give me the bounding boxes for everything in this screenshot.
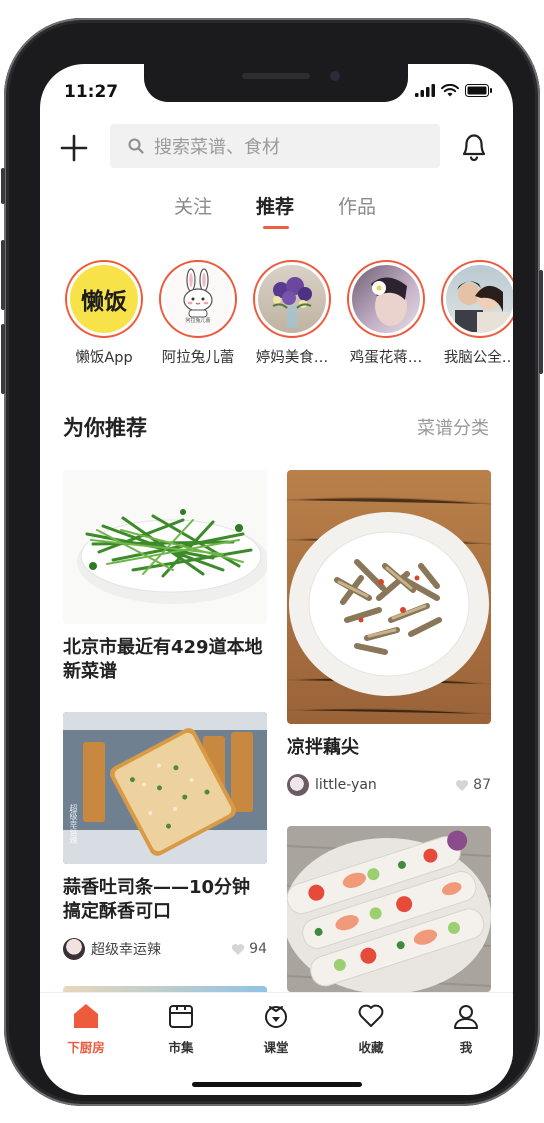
feed-tabs: 关注 推荐 作品 — [40, 188, 513, 236]
heart-icon — [456, 779, 469, 791]
garlic-toast-photo — [63, 712, 267, 864]
story-item[interactable]: 婷妈美食… — [244, 260, 340, 367]
couple-photo — [455, 281, 509, 332]
recipe-image: 超级幸运辣 — [63, 712, 267, 864]
search-icon — [128, 138, 144, 154]
story-name: 懒饭App — [75, 350, 133, 366]
story-ring — [253, 260, 331, 338]
front-camera — [330, 71, 340, 81]
story-name: 鸡蛋花蒋… — [349, 350, 423, 366]
story-name: 我脑公全… — [443, 350, 513, 366]
recipe-title: 凉拌藕尖 — [287, 737, 359, 758]
nav-profile[interactable]: 我 — [431, 1003, 501, 1056]
avatar: 懒饭 — [70, 265, 138, 333]
heart-icon — [358, 1004, 384, 1027]
home-indicator[interactable] — [192, 1082, 362, 1087]
status-time: 11:27 — [64, 82, 119, 102]
status-icons — [415, 84, 493, 97]
active-tab-indicator — [263, 226, 289, 229]
recipe-title: 北京市最近有429道本地新菜谱 — [63, 637, 263, 682]
story-item[interactable]: 我脑公全… — [432, 260, 513, 367]
avatar — [446, 265, 513, 333]
recipe-meta: 超级幸运辣 94 — [63, 938, 267, 960]
nav-label: 收藏 — [358, 1040, 384, 1055]
recipe-title: 蒜香吐司条——10分钟搞定酥香可口 — [63, 877, 251, 922]
recipe-card[interactable] — [287, 826, 491, 992]
notch — [144, 64, 408, 102]
heart-icon — [232, 943, 245, 955]
add-icon[interactable] — [60, 134, 88, 162]
story-item[interactable]: 鸡蛋花蒋… — [338, 260, 434, 367]
likes-number: 94 — [249, 941, 267, 957]
avatar[interactable] — [63, 938, 85, 960]
recipe-card[interactable]: 北京市最近有429道本地新菜谱 — [63, 470, 267, 684]
bell-icon[interactable] — [460, 132, 488, 162]
flowers-photo — [272, 277, 312, 328]
story-item[interactable]: 懒饭 懒饭App — [56, 260, 152, 367]
story-ring — [347, 260, 425, 338]
story-item[interactable]: 阿拉兔儿蕾 阿拉兔儿蕾 — [150, 260, 246, 367]
section-title: 为你推荐 — [63, 416, 147, 440]
story-name: 阿拉兔儿蕾 — [161, 350, 235, 366]
search-placeholder: 搜索菜谱、食材 — [154, 137, 280, 158]
class-icon — [265, 1006, 287, 1028]
nav-label: 课堂 — [263, 1040, 289, 1055]
avatar — [258, 265, 326, 333]
like-count[interactable]: 94 — [231, 941, 267, 957]
wifi-icon — [441, 84, 459, 97]
home-icon — [74, 1004, 98, 1028]
avatar: 阿拉兔儿蕾 — [164, 265, 232, 333]
battery-icon — [465, 84, 492, 97]
recipe-card[interactable]: 凉拌藕尖 little-yan 87 — [287, 470, 491, 796]
recipe-meta: little-yan 87 — [287, 774, 491, 796]
recipe-category-link[interactable]: 菜谱分类 — [417, 414, 489, 440]
image-watermark: 超级幸运辣 — [69, 804, 78, 844]
nav-label: 下厨房 — [67, 1040, 105, 1055]
nav-home[interactable]: 下厨房 — [51, 1003, 121, 1056]
nav-label: 我 — [459, 1040, 473, 1055]
stories-row: 懒饭 懒饭App 阿拉兔儿蕾 阿拉兔儿蕾 婷妈美食… 鸡蛋花蒋… 我脑公全… — [40, 260, 513, 370]
recipe-image — [63, 470, 267, 624]
avatar — [352, 265, 420, 333]
market-icon — [169, 1005, 193, 1028]
nav-market[interactable]: 市集 — [146, 1003, 216, 1056]
like-count[interactable]: 87 — [455, 777, 491, 793]
story-ring: 懒饭 — [65, 260, 143, 338]
greens-dish-photo — [63, 470, 267, 624]
nav-label: 市集 — [168, 1040, 194, 1055]
phone-frame: 11:27 搜索菜谱、食材 关注 推荐 作品 懒饭 懒饭App 阿拉兔儿蕾 阿拉… — [1, 18, 543, 1106]
author-name[interactable]: little-yan — [315, 777, 377, 793]
recipe-image — [287, 826, 491, 992]
story-ring — [441, 260, 513, 338]
spring-rolls-photo — [287, 826, 491, 992]
story-name: 婷妈美食… — [255, 350, 329, 366]
power-button — [539, 270, 543, 374]
profile-icon — [454, 1005, 478, 1029]
avatar-caption: 阿拉兔儿蕾 — [185, 318, 211, 324]
avatar-logo-text: 懒饭 — [81, 289, 127, 315]
avatar[interactable] — [287, 774, 309, 796]
search-input[interactable]: 搜索菜谱、食材 — [110, 124, 440, 168]
speaker — [242, 73, 310, 79]
story-ring: 阿拉兔儿蕾 — [159, 260, 237, 338]
likes-number: 87 — [473, 777, 491, 793]
lotus-root-dish-photo — [287, 470, 491, 724]
tab-works[interactable]: 作品 — [338, 192, 376, 219]
author-name[interactable]: 超级幸运辣 — [91, 939, 161, 959]
signal-icon — [415, 84, 435, 97]
screen: 11:27 搜索菜谱、食材 关注 推荐 作品 懒饭 懒饭App 阿拉兔儿蕾 阿拉… — [40, 64, 513, 1095]
mute-switch — [1, 168, 5, 204]
recipe-card[interactable]: 超级幸运辣 蒜香吐司条——10分钟搞定酥香可口 超级幸运辣 94 — [63, 712, 267, 960]
volume-down-button — [1, 324, 5, 394]
portrait-photo — [371, 277, 407, 326]
bottom-tab-bar: 下厨房 市集 课堂 收藏 我 — [40, 992, 513, 1064]
volume-up-button — [1, 240, 5, 310]
tab-recommend[interactable]: 推荐 — [256, 192, 294, 219]
tab-follow[interactable]: 关注 — [174, 192, 212, 219]
recipe-image — [287, 470, 491, 724]
nav-favorites[interactable]: 收藏 — [336, 1003, 406, 1056]
nav-class[interactable]: 课堂 — [241, 1003, 311, 1056]
